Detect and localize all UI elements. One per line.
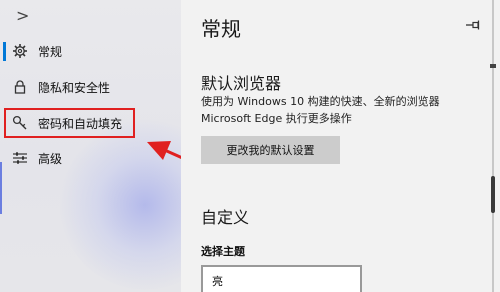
sidebar: > 常规 隐私和安全性 密码和自动填充 高级: [0, 0, 181, 292]
scrollbar[interactable]: [487, 0, 500, 292]
page-title: 常规: [201, 17, 241, 41]
sidebar-item-advanced[interactable]: 高级: [0, 143, 181, 173]
customize-heading: 自定义: [201, 208, 250, 227]
sidebar-item-label: 常规: [38, 45, 63, 59]
theme-select-value: 亮: [212, 275, 223, 288]
scroll-track[interactable]: [492, 0, 494, 292]
default-browser-heading: 默认浏览器: [201, 74, 282, 93]
window-edge: [0, 162, 2, 214]
sidebar-item-label: 隐私和安全性: [38, 81, 111, 95]
expand-chevron-icon[interactable]: >: [16, 6, 29, 25]
sliders-icon: [13, 152, 27, 164]
scroll-thumb[interactable]: [491, 176, 495, 213]
annotation-highlight-box: [4, 108, 135, 138]
theme-label: 选择主题: [201, 245, 245, 258]
change-default-button[interactable]: 更改我的默认设置: [201, 136, 340, 164]
sidebar-item-privacy[interactable]: 隐私和安全性: [0, 72, 181, 102]
lock-icon: [14, 80, 26, 94]
pin-icon[interactable]: [465, 19, 481, 31]
sidebar-item-label: 高级: [38, 152, 63, 166]
gear-icon: [13, 44, 27, 58]
scroll-up-marker[interactable]: [490, 64, 496, 68]
default-browser-description: 使用为 Windows 10 构建的快速、全新的浏览器 Microsoft Ed…: [201, 95, 440, 125]
sidebar-item-general[interactable]: 常规: [0, 36, 181, 66]
theme-select[interactable]: 亮: [201, 265, 362, 292]
settings-panel: 常规 默认浏览器 使用为 Windows 10 构建的快速、全新的浏览器 Mic…: [181, 0, 500, 292]
